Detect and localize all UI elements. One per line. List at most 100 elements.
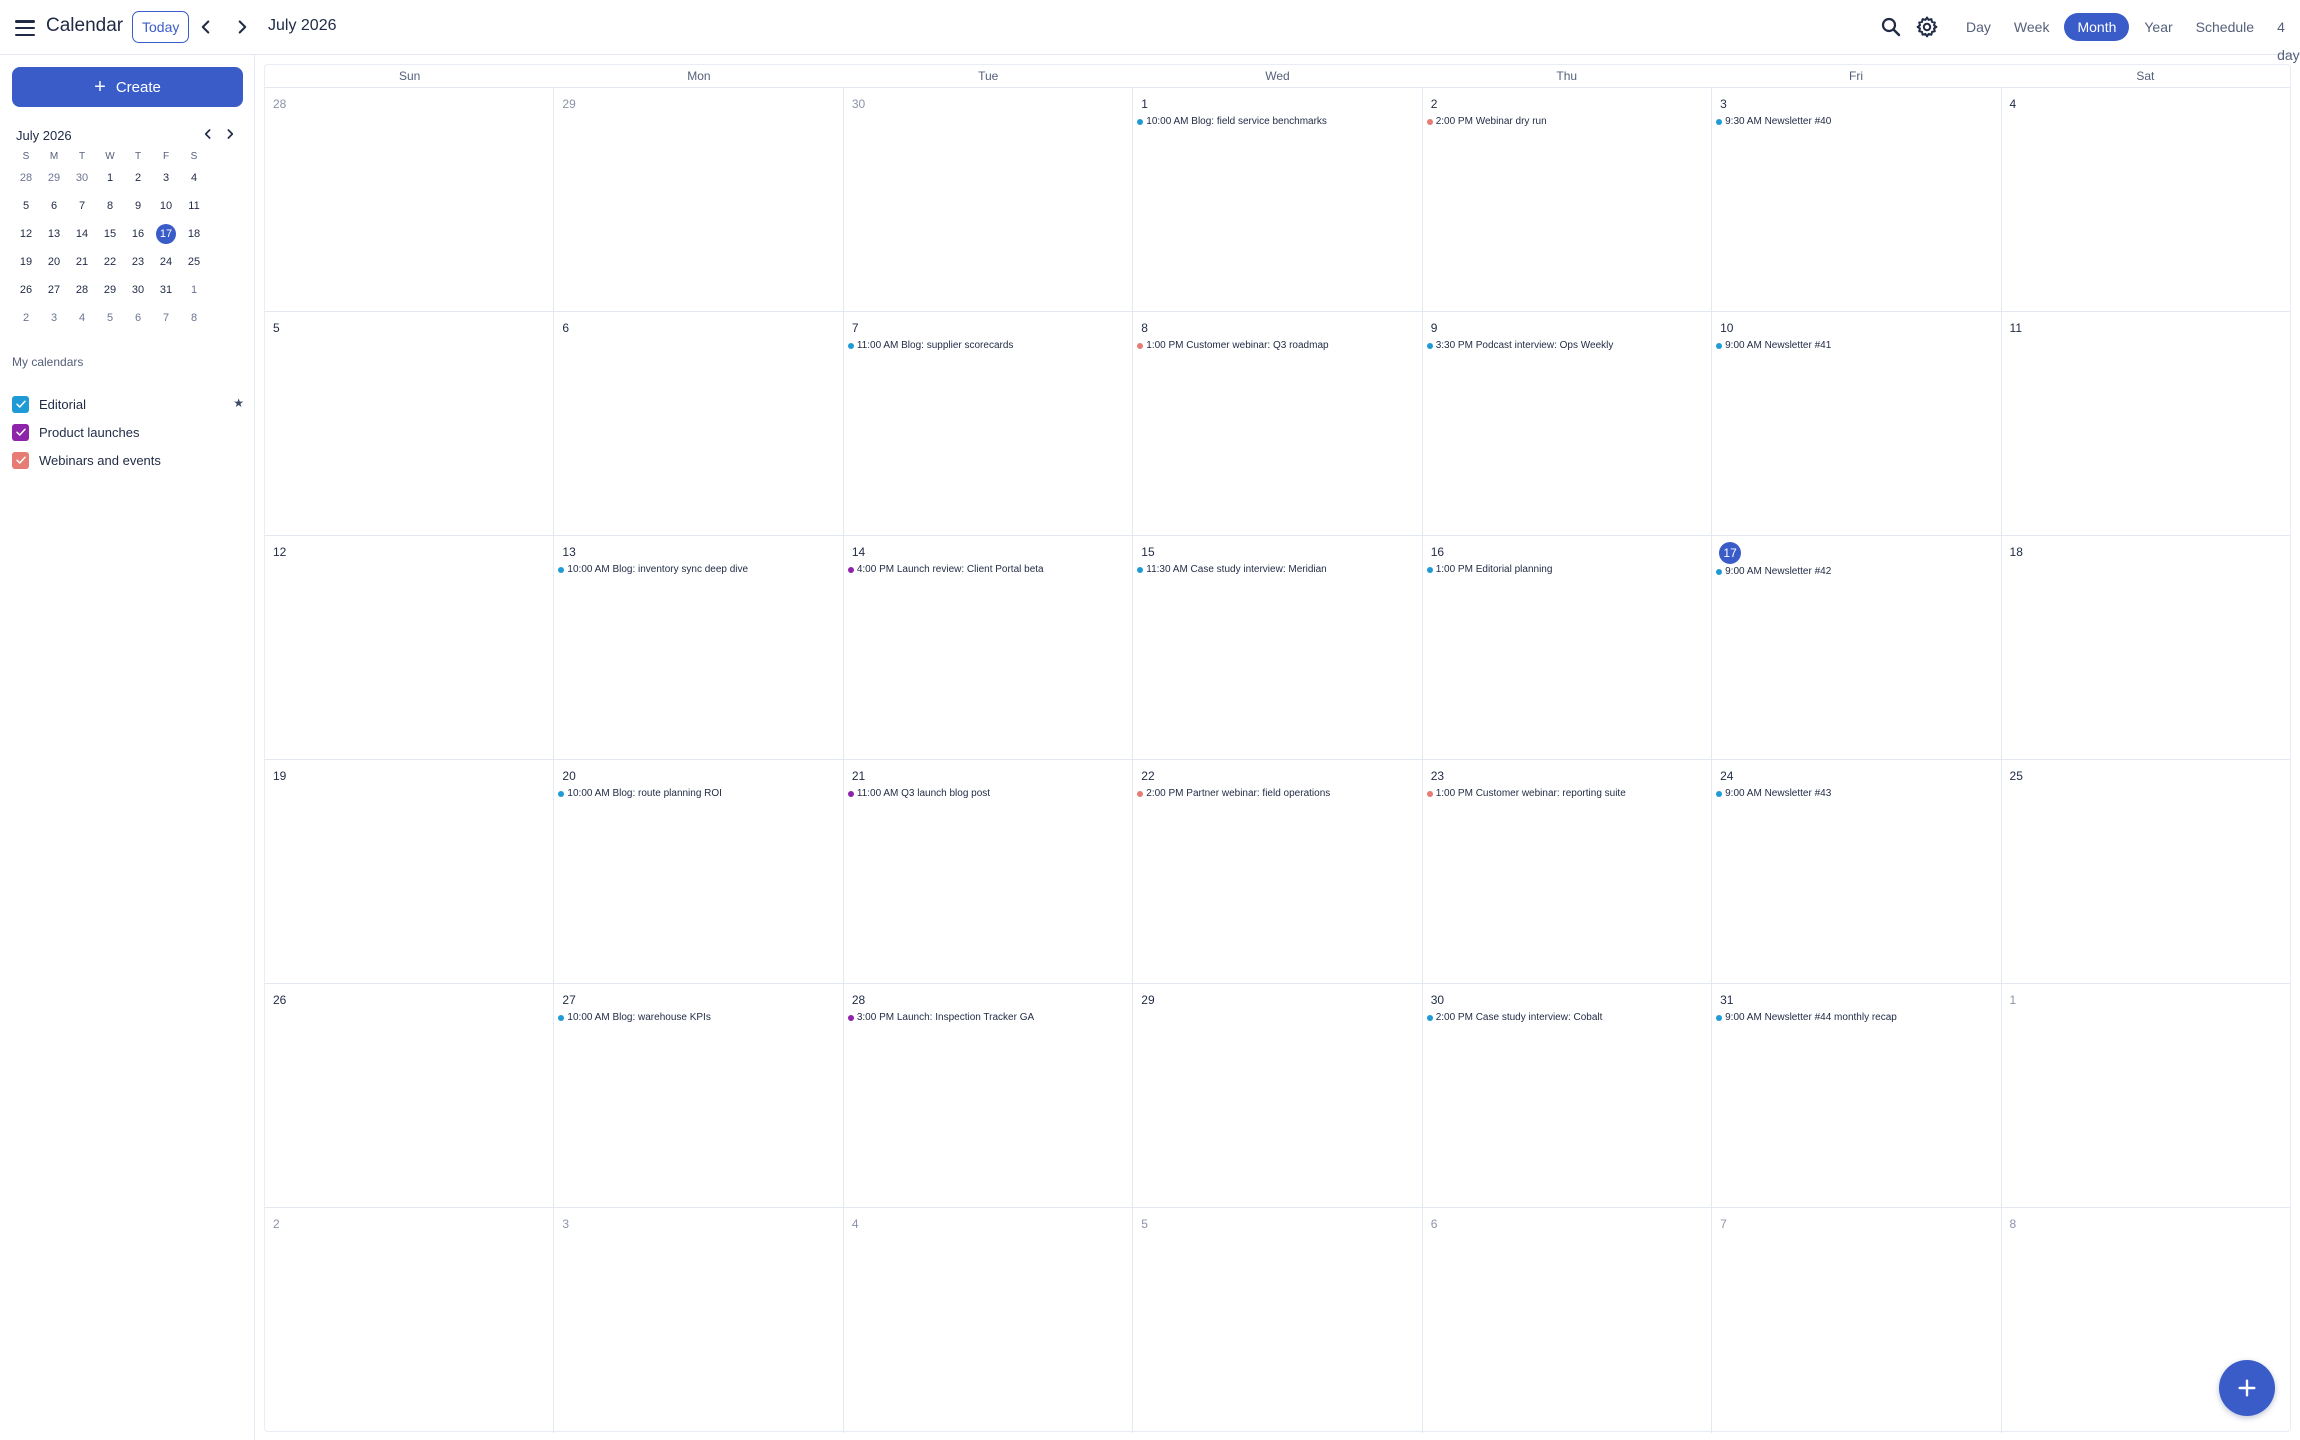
- mini-day[interactable]: 29: [96, 284, 124, 296]
- day-cell[interactable]: 5: [1133, 1208, 1423, 1433]
- mini-day[interactable]: 4: [180, 172, 208, 184]
- day-cell[interactable]: 14 4:00 PM Launch review: Client Portal b…: [844, 536, 1134, 759]
- mini-day[interactable]: 20: [40, 256, 68, 268]
- previous-month-button[interactable]: [195, 16, 217, 38]
- calendar-checkbox[interactable]: [12, 395, 29, 413]
- day-cell[interactable]: 29: [1133, 984, 1423, 1207]
- calendar-checkbox[interactable]: [12, 451, 29, 469]
- mini-day[interactable]: 8: [96, 200, 124, 212]
- mini-day[interactable]: 15: [96, 228, 124, 240]
- day-cell[interactable]: 23 1:00 PM Customer webinar: reporting su…: [1423, 760, 1713, 983]
- star-icon[interactable]: ★: [233, 396, 244, 410]
- day-cell[interactable]: 24 9:00 AM Newsletter #43: [1712, 760, 2002, 983]
- day-cell[interactable]: 29: [554, 88, 844, 311]
- mini-day[interactable]: 14: [68, 228, 96, 240]
- event-chip[interactable]: 11:00 AM Blog: supplier scorecards: [847, 340, 1132, 351]
- mini-day[interactable]: 27: [40, 284, 68, 296]
- mini-day[interactable]: 19: [12, 256, 40, 268]
- calendar-item-webinars-and-events[interactable]: Webinars and events: [12, 449, 244, 471]
- event-chip[interactable]: 2:00 PM Webinar dry run: [1426, 116, 1711, 127]
- mini-day[interactable]: 16: [124, 228, 152, 240]
- day-cell[interactable]: 4: [844, 1208, 1134, 1433]
- event-chip[interactable]: 9:00 AM Newsletter #41: [1716, 340, 2000, 351]
- mini-day[interactable]: 28: [12, 172, 40, 184]
- event-chip[interactable]: 1:00 PM Customer webinar: Q3 roadmap: [1137, 340, 1421, 351]
- mini-day[interactable]: 24: [152, 256, 180, 268]
- event-chip[interactable]: 3:30 PM Podcast interview: Ops Weekly: [1426, 340, 1711, 351]
- day-cell[interactable]: 18: [2002, 536, 2290, 759]
- day-cell[interactable]: 5: [265, 312, 555, 535]
- mini-day[interactable]: 30: [124, 284, 152, 296]
- mini-day[interactable]: 30: [68, 172, 96, 184]
- event-chip[interactable]: 10:00 AM Blog: inventory sync deep dive: [558, 564, 842, 575]
- mini-day[interactable]: 5: [12, 200, 40, 212]
- day-cell[interactable]: 13 10:00 AM Blog: inventory sync deep div…: [554, 536, 844, 759]
- day-cell[interactable]: 26: [265, 984, 555, 1207]
- day-cell[interactable]: 28 3:00 PM Launch: Inspection Tracker GA: [844, 984, 1134, 1207]
- event-chip[interactable]: 1:00 PM Editorial planning: [1426, 564, 1711, 575]
- mini-day[interactable]: 22: [96, 256, 124, 268]
- calendar-item-product-launches[interactable]: Product launches: [12, 421, 244, 443]
- view-tab-year[interactable]: Year: [2136, 13, 2180, 41]
- day-cell[interactable]: 7: [1712, 1208, 2002, 1433]
- settings-button[interactable]: [1915, 15, 1939, 39]
- mini-day[interactable]: 28: [68, 284, 96, 296]
- mini-day[interactable]: 3: [40, 312, 68, 324]
- mini-previous-button[interactable]: [200, 126, 216, 142]
- day-cell[interactable]: 7 11:00 AM Blog: supplier scorecards: [844, 312, 1134, 535]
- event-chip[interactable]: 9:00 AM Newsletter #42: [1716, 566, 2000, 577]
- day-cell[interactable]: 16 1:00 PM Editorial planning: [1423, 536, 1713, 759]
- search-button[interactable]: [1879, 15, 1903, 39]
- day-cell[interactable]: 3: [554, 1208, 844, 1433]
- mini-day[interactable]: 23: [124, 256, 152, 268]
- day-cell[interactable]: 6: [554, 312, 844, 535]
- calendar-item-editorial[interactable]: Editorial ★: [12, 393, 244, 415]
- mini-day[interactable]: 21: [68, 256, 96, 268]
- mini-day[interactable]: 9: [124, 200, 152, 212]
- mini-day[interactable]: 4: [68, 312, 96, 324]
- day-cell[interactable]: 8 1:00 PM Customer webinar: Q3 roadmap: [1133, 312, 1423, 535]
- mini-day[interactable]: 11: [180, 200, 208, 212]
- day-cell[interactable]: 1: [2002, 984, 2290, 1207]
- mini-day[interactable]: 6: [40, 200, 68, 212]
- view-tab-4-days[interactable]: 4 days: [2269, 13, 2300, 63]
- event-chip[interactable]: 9:00 AM Newsletter #43: [1716, 788, 2000, 799]
- day-cell[interactable]: 10 9:00 AM Newsletter #41: [1712, 312, 2002, 535]
- event-chip[interactable]: 9:30 AM Newsletter #40: [1716, 116, 2000, 127]
- view-tab-week[interactable]: Week: [2006, 13, 2058, 41]
- day-cell[interactable]: 28: [265, 88, 555, 311]
- day-cell[interactable]: 27 10:00 AM Blog: warehouse KPIs: [554, 984, 844, 1207]
- mini-day[interactable]: 10: [152, 200, 180, 212]
- day-cell[interactable]: 12: [265, 536, 555, 759]
- day-cell[interactable]: 21 11:00 AM Q3 launch blog post: [844, 760, 1134, 983]
- mini-next-button[interactable]: [222, 126, 238, 142]
- mini-day[interactable]: 13: [40, 228, 68, 240]
- day-cell[interactable]: 15 11:30 AM Case study interview: Meridia…: [1133, 536, 1423, 759]
- day-cell[interactable]: 11: [2002, 312, 2290, 535]
- next-month-button[interactable]: [231, 16, 253, 38]
- mini-day[interactable]: 6: [124, 312, 152, 324]
- view-tab-schedule[interactable]: Schedule: [2188, 13, 2262, 41]
- day-cell[interactable]: 4: [2002, 88, 2290, 311]
- day-cell[interactable]: 9 3:30 PM Podcast interview: Ops Weekly: [1423, 312, 1713, 535]
- event-chip[interactable]: 9:00 AM Newsletter #44 monthly recap: [1716, 1012, 2000, 1023]
- mini-day-today[interactable]: 17: [152, 224, 180, 244]
- event-chip[interactable]: 2:00 PM Partner webinar: field operation…: [1137, 788, 1421, 799]
- view-tab-month[interactable]: Month: [2064, 13, 2130, 41]
- mini-day[interactable]: 31: [152, 284, 180, 296]
- mini-day[interactable]: 3: [152, 172, 180, 184]
- event-chip[interactable]: 11:30 AM Case study interview: Meridian: [1137, 564, 1421, 575]
- mini-day[interactable]: 29: [40, 172, 68, 184]
- day-cell[interactable]: 30 2:00 PM Case study interview: Cobalt: [1423, 984, 1713, 1207]
- mini-day[interactable]: 25: [180, 256, 208, 268]
- mini-day[interactable]: 2: [12, 312, 40, 324]
- mini-day[interactable]: 1: [96, 172, 124, 184]
- create-button[interactable]: + Create: [12, 67, 243, 107]
- mini-day[interactable]: 7: [152, 312, 180, 324]
- day-cell[interactable]: 1 10:00 AM Blog: field service benchmarks: [1133, 88, 1423, 311]
- event-chip[interactable]: 2:00 PM Case study interview: Cobalt: [1426, 1012, 1711, 1023]
- mini-day[interactable]: 2: [124, 172, 152, 184]
- view-tab-day[interactable]: Day: [1958, 13, 1999, 41]
- day-cell[interactable]: 22 2:00 PM Partner webinar: field operati…: [1133, 760, 1423, 983]
- mini-day[interactable]: 26: [12, 284, 40, 296]
